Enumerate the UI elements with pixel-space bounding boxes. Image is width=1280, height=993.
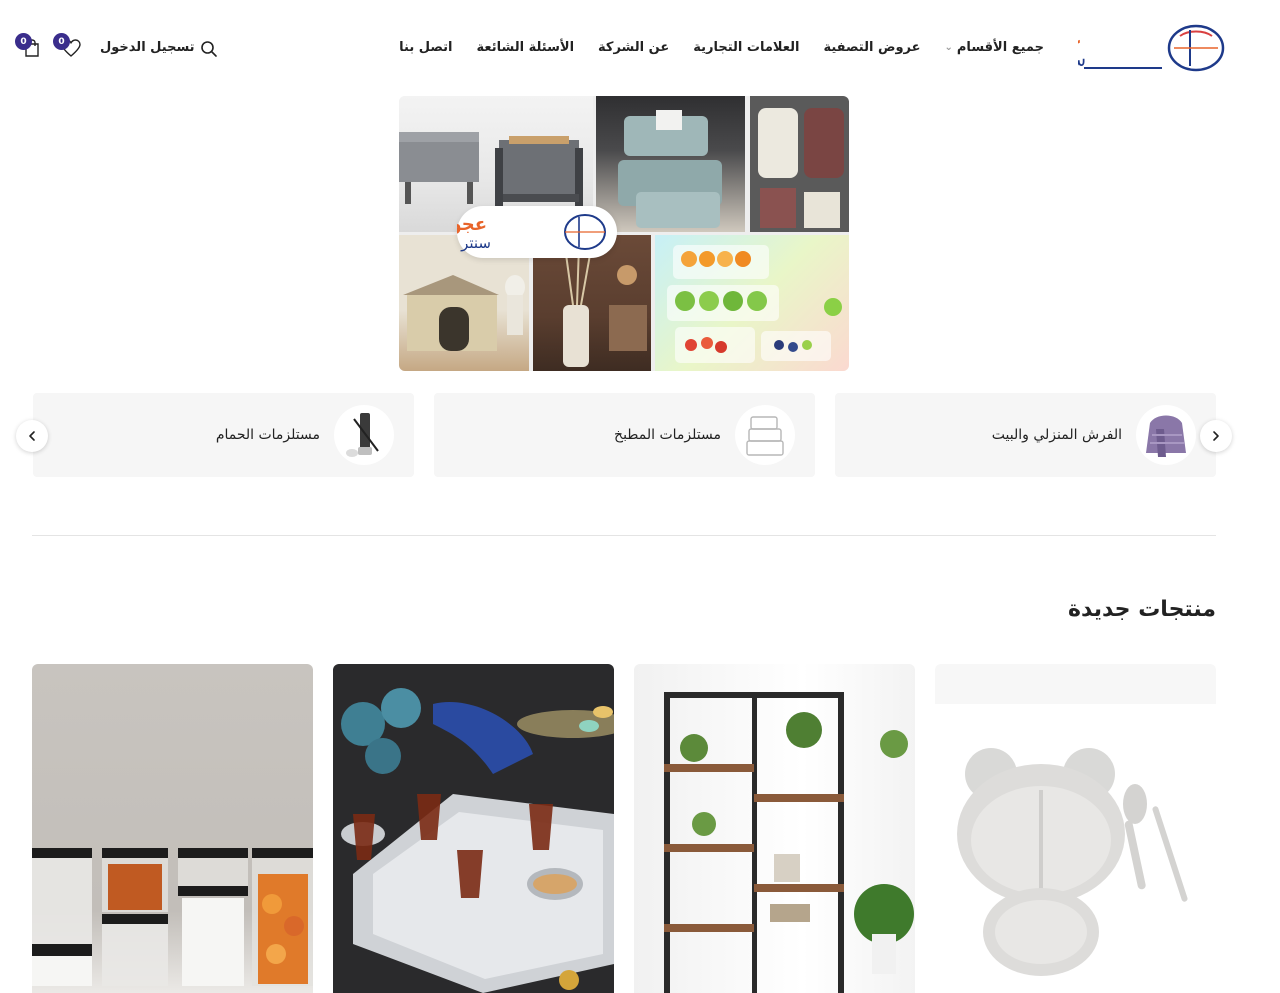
svg-text:عجولي: عجولي [457,214,487,235]
category-slider: الفرش المنزلي والبيت مستلزمات المطبخ مست… [32,393,1216,477]
category-label: الفرش المنزلي والبيت [991,427,1122,443]
hero-banner[interactable]: عجولي سنتر [399,96,849,371]
nav-brands[interactable]: العلامات التجارية [693,40,799,55]
toilet-brush-icon [334,405,394,465]
category-card-home-textiles[interactable]: الفرش المنزلي والبيت [835,393,1216,477]
main-nav: جميع الأقسام ⌄ عروض التصفية العلامات الت… [399,40,1044,55]
slider-prev-button[interactable] [16,420,48,452]
category-card-bathroom[interactable]: مستلزمات الحمام [33,393,414,477]
product-card-display-shelf[interactable] [634,664,915,993]
product-image [664,692,914,993]
nav-about[interactable]: عن الشركة [598,40,669,55]
food-container-icon [735,405,795,465]
towel-icon [1136,405,1196,465]
nav-all-categories[interactable]: جميع الأقسام ⌄ [945,40,1044,55]
section-divider [32,535,1216,536]
nav-label: جميع الأقسام [956,40,1044,55]
site-logo[interactable]: عجولي سنتر [1007,22,1228,74]
brand-logo-mark: عجولي سنتر [1007,24,1225,72]
nav-faq[interactable]: الأسئلة الشائعة [477,40,575,55]
chevron-down-icon: ⌄ [944,42,953,53]
product-card-kids-plate-set[interactable] [935,664,1216,993]
nav-clearance-offers[interactable]: عروض التصفية [823,40,920,55]
svg-text:سنتر: سنتر [460,234,491,252]
product-image [32,848,313,986]
hero-tile-storage-baskets [596,96,745,232]
chevron-left-icon [29,431,35,441]
category-label: مستلزمات الحمام [215,427,320,443]
product-image [341,688,614,993]
search-icon[interactable] [200,40,218,58]
nav-label: عروض التصفية [823,40,921,55]
hero-tile-bathrobes [750,96,849,232]
product-card-storage-jars[interactable] [32,664,313,993]
wishlist-count-badge: 0 [53,33,70,50]
site-header: عجولي سنتر جميع الأقسام ⌄ عروض التصفية ا… [0,0,1280,96]
hero-tile-food-containers [655,235,849,371]
product-card-tea-tray[interactable] [333,664,614,993]
slider-next-button[interactable] [1200,420,1232,452]
nav-contact[interactable]: اتصل بنا [399,40,452,55]
category-label: مستلزمات المطبخ [614,427,721,443]
nav-label: اتصل بنا [399,40,453,55]
nav-label: العلامات التجارية [693,40,800,55]
hero-brand-logo: عجولي سنتر [425,206,617,258]
cart-count-badge: 0 [15,33,32,50]
nav-label: عن الشركة [598,40,670,55]
chevron-right-icon [1213,431,1219,441]
nav-label: الأسئلة الشائعة [476,40,575,55]
category-card-kitchen[interactable]: مستلزمات المطبخ [434,393,815,477]
product-image [935,664,1216,976]
login-link[interactable]: تسجيل الدخول [100,40,195,55]
header-actions: تسجيل الدخول 0 0 [12,30,222,66]
new-products-title: منتجات جديدة [1068,597,1216,622]
